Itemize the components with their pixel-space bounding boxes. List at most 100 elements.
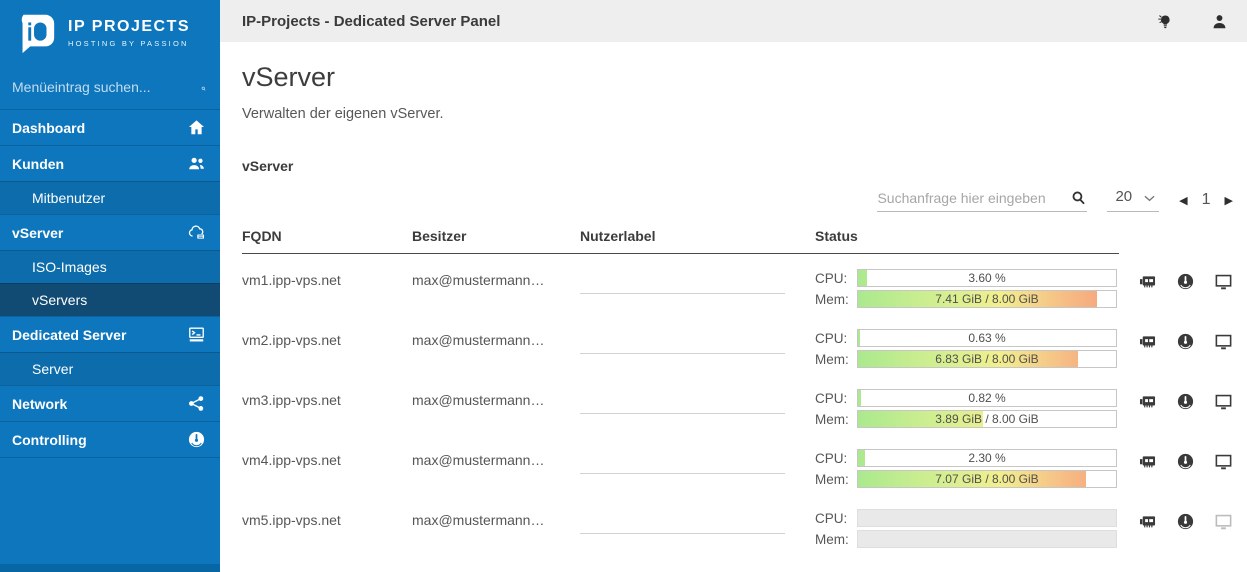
cpu-usage-bar: 2.30 % — [857, 449, 1117, 467]
prev-page-button[interactable]: ◀ — [1179, 194, 1187, 207]
ipprojects-logo-icon — [12, 10, 58, 56]
ipprojects-logo[interactable]: IP PROJECTS HOSTING BY PASSION — [0, 0, 220, 64]
row-actions — [1133, 509, 1233, 531]
logo-subtitle: HOSTING BY PASSION — [68, 39, 190, 48]
sidebar-item-vserver[interactable]: vServer — [0, 214, 220, 250]
users-icon — [187, 154, 206, 173]
network-adapter-icon[interactable] — [1138, 332, 1157, 351]
fqdn-cell: vm3.ipp-vps.net — [242, 389, 412, 408]
sidebar-item-label: Server — [32, 361, 73, 377]
status-cell: CPU:0.82 %Mem:3.89 GiB / 8.00 GiB — [815, 389, 1133, 431]
current-page-number: 1 — [1202, 191, 1211, 209]
sidebar-menu: Dashboard KundenMitbenutzer vServer ISO-Ima… — [0, 109, 220, 457]
fqdn-cell: vm5.ipp-vps.net — [242, 509, 412, 528]
pagination: ◀ 1 ▶ — [1179, 191, 1233, 209]
cpu-usage-value: 2.30 % — [858, 450, 1116, 466]
row-actions — [1133, 449, 1233, 471]
search-icon[interactable] — [201, 78, 206, 95]
sidebar-item-network[interactable]: Network — [0, 385, 220, 421]
table-row: vm3.ipp-vps.netmax@mustermann…CPU:0.82 %… — [242, 389, 1233, 431]
nutzerlabel-input[interactable] — [580, 337, 785, 354]
page-size-select[interactable]: 20 — [1107, 188, 1159, 212]
gauge-icon[interactable] — [1176, 272, 1195, 291]
topbar: IP-Projects - Dedicated Server Panel — [220, 0, 1247, 42]
section-label: vServer — [242, 158, 1233, 174]
sidebar-item-dedicated-server[interactable]: Dedicated Server — [0, 316, 220, 352]
cpu-label: CPU: — [815, 271, 852, 286]
mem-usage-value: 6.83 GiB / 8.00 GiB — [858, 351, 1116, 367]
fqdn-cell: vm2.ipp-vps.net — [242, 329, 412, 348]
network-adapter-icon[interactable] — [1138, 452, 1157, 471]
mem-label: Mem: — [815, 412, 852, 427]
gauge-icon[interactable] — [1176, 332, 1195, 351]
lightbulb-icon[interactable] — [1155, 12, 1174, 31]
sidebar: IP PROJECTS HOSTING BY PASSION Dashboard… — [0, 0, 220, 572]
row-actions — [1133, 329, 1233, 351]
column-header-status[interactable]: Status — [815, 228, 1133, 244]
owner-cell: max@mustermann… — [412, 509, 580, 528]
sidebar-item-server[interactable]: Server — [0, 352, 220, 385]
table-row: vm5.ipp-vps.netmax@mustermann… CPU:Mem: — [242, 509, 1233, 551]
console-monitor-icon[interactable] — [1214, 392, 1233, 411]
sidebar-item-label: Dashboard — [12, 120, 85, 136]
sidebar-item-mitbenutzer[interactable]: Mitbenutzer — [0, 181, 220, 214]
console-monitor-icon[interactable] — [1214, 332, 1233, 351]
table-search-input[interactable] — [877, 190, 1062, 206]
status-cell: CPU:Mem: — [815, 509, 1133, 551]
sidebar-search-input[interactable] — [12, 79, 193, 95]
cpu-usage-bar — [857, 509, 1117, 527]
gauge-icon[interactable] — [1176, 392, 1195, 411]
console-monitor-icon[interactable] — [1214, 272, 1233, 291]
column-header-fqdn[interactable]: FQDN — [242, 228, 412, 244]
column-header-besitzer[interactable]: Besitzer — [412, 228, 580, 244]
table-row: vm2.ipp-vps.netmax@mustermann…CPU:0.63 %… — [242, 329, 1233, 371]
nutzerlabel-input[interactable] — [580, 457, 785, 474]
console-monitor-icon[interactable] — [1214, 512, 1233, 531]
owner-cell: max@mustermann… — [412, 269, 580, 288]
sidebar-item-label: vServer — [12, 225, 63, 241]
sidebar-item-dashboard[interactable]: Dashboard — [0, 109, 220, 145]
gauge-icon[interactable] — [1176, 512, 1195, 531]
sidebar-item-vservers[interactable]: vServers — [0, 283, 220, 316]
cpu-usage-value: 0.82 % — [858, 390, 1116, 406]
status-cell: CPU:2.30 %Mem:7.07 GiB / 8.00 GiB — [815, 449, 1133, 491]
mem-usage-value — [858, 531, 1116, 547]
column-header-nutzerlabel[interactable]: Nutzerlabel — [580, 228, 815, 244]
row-actions — [1133, 389, 1233, 411]
sidebar-item-kunden[interactable]: Kunden — [0, 145, 220, 181]
mem-usage-bar: 3.89 GiB / 8.00 GiB — [857, 410, 1117, 428]
nutzerlabel-input[interactable] — [580, 517, 785, 534]
logo-title: IP PROJECTS — [68, 18, 190, 36]
mem-usage-value: 7.41 GiB / 8.00 GiB — [858, 291, 1116, 307]
row-actions — [1133, 269, 1233, 291]
network-adapter-icon[interactable] — [1138, 272, 1157, 291]
owner-cell: max@mustermann… — [412, 389, 580, 408]
search-icon[interactable] — [1070, 189, 1087, 206]
sidebar-item-controlling[interactable]: Controlling — [0, 421, 220, 457]
sidebar-item-iso-images[interactable]: ISO-Images — [0, 250, 220, 283]
topbar-title: IP-Projects - Dedicated Server Panel — [242, 13, 500, 30]
next-page-button[interactable]: ▶ — [1225, 194, 1233, 207]
sidebar-item-label: Dedicated Server — [12, 327, 126, 343]
nutzerlabel-input[interactable] — [580, 397, 785, 414]
mem-usage-bar: 7.41 GiB / 8.00 GiB — [857, 290, 1117, 308]
cpu-usage-value: 3.60 % — [858, 270, 1116, 286]
app-window: IP PROJECTS HOSTING BY PASSION Dashboard… — [0, 0, 1247, 572]
gauge-icon — [187, 430, 206, 449]
table-controls: 20 ◀ 1 ▶ — [242, 182, 1233, 218]
user-account-icon[interactable] — [1210, 12, 1229, 31]
network-adapter-icon[interactable] — [1138, 512, 1157, 531]
server-terminal-icon — [187, 325, 206, 344]
fqdn-cell: vm1.ipp-vps.net — [242, 269, 412, 288]
cpu-usage-bar: 0.63 % — [857, 329, 1117, 347]
console-monitor-icon[interactable] — [1214, 452, 1233, 471]
cpu-usage-value — [858, 510, 1116, 526]
mem-usage-bar: 7.07 GiB / 8.00 GiB — [857, 470, 1117, 488]
nutzerlabel-input[interactable] — [580, 277, 785, 294]
network-adapter-icon[interactable] — [1138, 392, 1157, 411]
page-subtitle: Verwalten der eigenen vServer. — [242, 106, 1233, 122]
sidebar-footer-strip — [0, 564, 220, 572]
gauge-icon[interactable] — [1176, 452, 1195, 471]
sidebar-item-label: vServers — [32, 292, 87, 308]
mem-usage-value: 3.89 GiB / 8.00 GiB — [858, 411, 1116, 427]
